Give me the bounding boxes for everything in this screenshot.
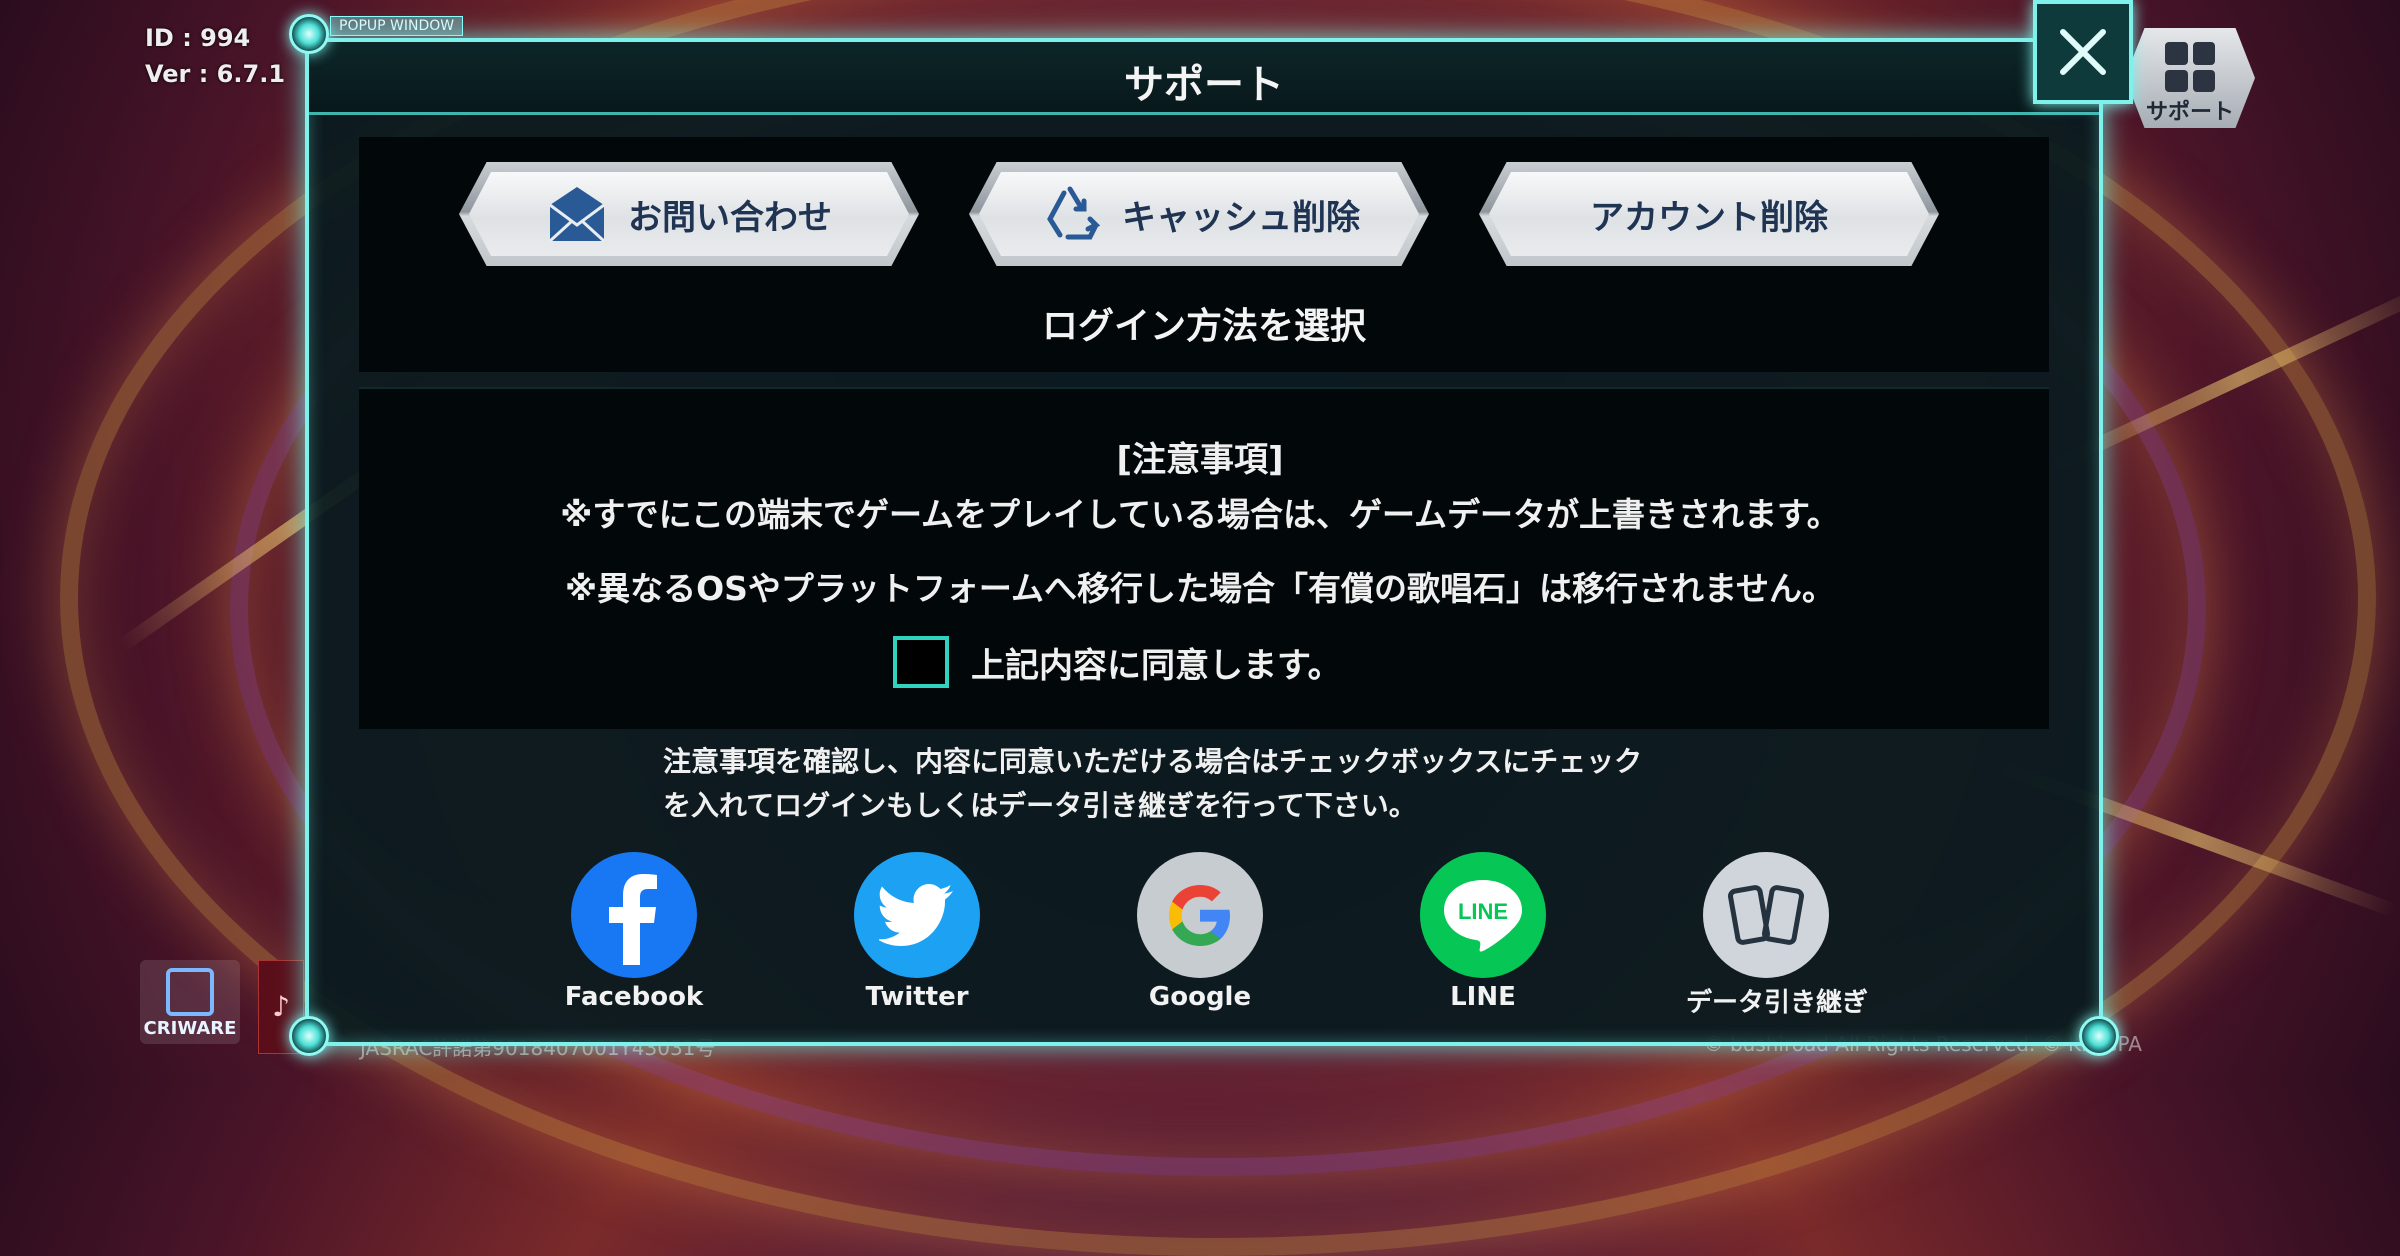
google-label: Google <box>1148 982 1252 1012</box>
popup-header: サポート <box>309 42 2099 115</box>
popup-window-tag: POPUP WINDOW <box>330 16 464 36</box>
popup-title: サポート <box>1124 62 1284 108</box>
version-text: Ver : 6.7.1 <box>145 60 286 88</box>
login-hint-line-1: 注意事項を確認し、内容に同意いただける場合はチェックボックスにチェック <box>663 745 1643 778</box>
popup-corner-ornament <box>289 1016 329 1056</box>
google-login-button[interactable]: Google <box>1120 852 1280 1012</box>
popup-corner-ornament <box>289 14 329 54</box>
support-corner-label: サポート <box>2145 100 2234 125</box>
support-corner-button[interactable]: サポート <box>2125 28 2255 128</box>
login-method-heading: ログイン方法を選択 <box>1041 306 1366 347</box>
agree-checkbox[interactable] <box>893 636 949 688</box>
criware-label: CRIWARE <box>143 1018 237 1039</box>
line-label: LINE <box>1450 982 1516 1012</box>
contact-button-label: お問い合わせ <box>628 197 832 238</box>
twitter-icon <box>854 852 980 978</box>
login-hint: 注意事項を確認し、内容に同意いただける場合はチェックボックスにチェック を入れて… <box>663 740 1763 828</box>
clear-cache-button-label: キャッシュ削除 <box>1122 197 1360 238</box>
agree-row[interactable]: 上記内容に同意します。 <box>893 636 1342 688</box>
delete-account-button[interactable]: アカウント削除 <box>1479 162 1939 266</box>
close-icon <box>2060 29 2106 75</box>
twitter-label: Twitter <box>865 982 969 1012</box>
popup-corner-ornament <box>2079 1016 2119 1056</box>
svg-text:LINE: LINE <box>1458 899 1508 924</box>
line-login-button[interactable]: LINE LINE <box>1403 852 1563 1012</box>
close-button[interactable] <box>2033 0 2133 104</box>
hud-info: ID : 994 Ver : 6.7.1 <box>145 20 285 92</box>
facebook-icon <box>571 852 697 978</box>
login-hint-line-2: を入れてログインもしくはデータ引き継ぎを行って下さい。 <box>663 789 1417 822</box>
data-transfer-button[interactable]: データ引き継ぎ <box>1686 852 1869 1019</box>
google-icon <box>1137 852 1263 978</box>
notice-line-1: ※すでにこの端末でゲームをプレイしている場合は、ゲームデータが上書きされます。 <box>560 495 1840 534</box>
notice-line-2: ※異なるOSやプラットフォームへ移行した場合「有償の歌唱石」は移行されません。 <box>565 569 1835 608</box>
facebook-login-button[interactable]: Facebook <box>554 852 714 1012</box>
delete-account-button-label: アカウント削除 <box>1590 197 1828 238</box>
recycle-icon <box>1047 186 1101 240</box>
user-id-text: ID : 994 <box>145 24 251 52</box>
data-transfer-label: データ引き継ぎ <box>1686 988 1869 1018</box>
twitter-login-button[interactable]: Twitter <box>837 852 997 1012</box>
grid-icon <box>2165 42 2215 92</box>
criware-icon <box>166 968 214 1016</box>
criware-logo: CRIWARE <box>140 960 240 1044</box>
agree-label[interactable]: 上記内容に同意します。 <box>971 638 1342 687</box>
data-transfer-icon <box>1703 852 1829 978</box>
envelope-icon <box>548 187 606 243</box>
facebook-label: Facebook <box>564 982 704 1012</box>
notice-title: [注意事項] <box>1116 440 1284 480</box>
clear-cache-button[interactable]: キャッシュ削除 <box>969 162 1429 266</box>
contact-button[interactable]: お問い合わせ <box>459 162 919 266</box>
line-icon: LINE <box>1420 852 1546 978</box>
